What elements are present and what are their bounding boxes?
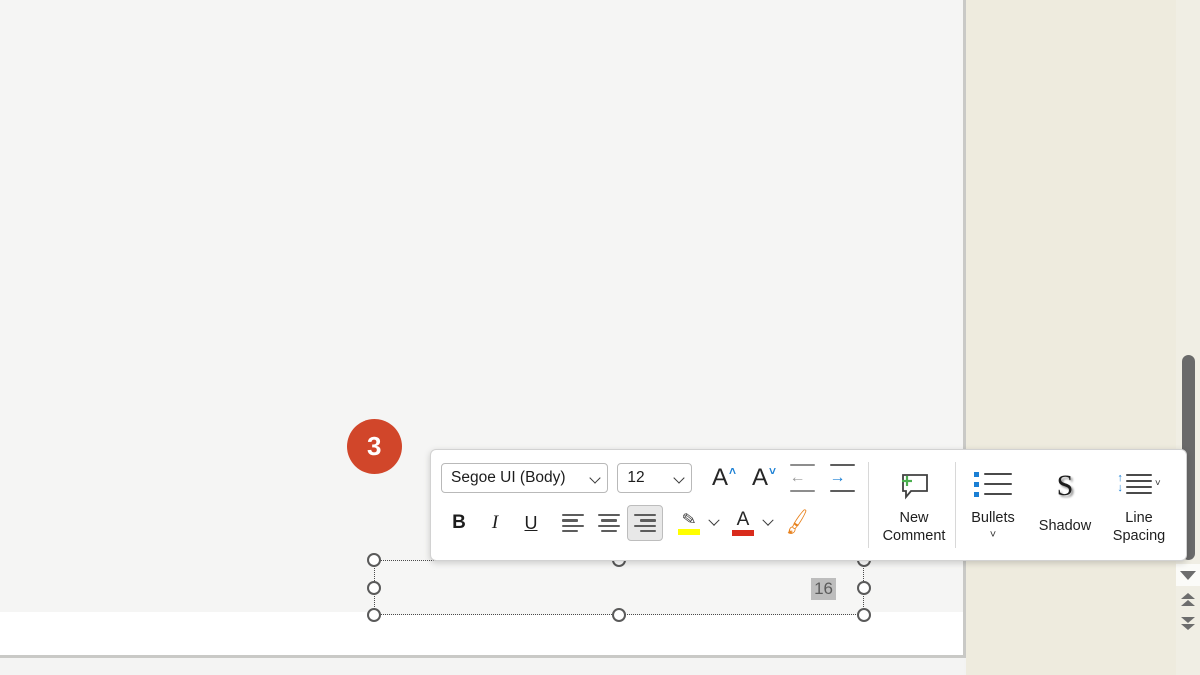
increase-indent-button[interactable]: → [824, 460, 860, 496]
font-size-value: 12 [627, 469, 645, 486]
right-pane-inner [966, 0, 1176, 675]
text-highlight-color-dropdown[interactable] [707, 505, 721, 541]
shadow-S-icon: S [1057, 466, 1074, 506]
next-slide-icon [1181, 616, 1195, 630]
selected-text[interactable]: 16 [811, 578, 836, 600]
format-painter-icon: 🖌 [781, 508, 813, 537]
step-badge-3: 3 [347, 419, 402, 474]
previous-slide-button[interactable] [1176, 588, 1200, 610]
underline-button[interactable]: U [513, 505, 549, 541]
font-color-button[interactable]: A [725, 505, 761, 541]
align-left-button[interactable] [555, 505, 591, 541]
line-spacing-icon: ↑ ↓ ˅ [1117, 472, 1161, 495]
bold-button[interactable]: B [441, 505, 477, 541]
shadow-label: Shadow [1038, 518, 1092, 534]
new-comment-label: New Comment [882, 510, 946, 544]
text-highlight-color-button[interactable]: ✎ [671, 505, 707, 541]
increase-indent-icon: → [829, 463, 855, 493]
font-size-combobox[interactable]: 12 [617, 463, 692, 493]
align-left-icon [562, 513, 584, 533]
chevron-down-icon [674, 472, 687, 485]
bullets-label: Bullets [971, 510, 1015, 526]
align-right-icon [634, 513, 656, 533]
mini-toolbar-left-group: Segoe UI (Body) 12 A ˄ A ˅ ← → B I U ✎ A… [431, 450, 868, 560]
resize-handle-middle-left[interactable] [367, 580, 381, 595]
chevron-down-icon [590, 472, 603, 485]
mini-toolbar-row-2: B I U ✎ A 🖌 [441, 500, 860, 546]
mini-toolbar-row-1: Segoe UI (Body) 12 A ˄ A ˅ ← → [441, 456, 860, 500]
font-color-icon: A [732, 510, 754, 536]
font-color-dropdown[interactable] [761, 505, 775, 541]
resize-handle-top-left[interactable] [367, 553, 381, 567]
resize-handle-bottom-right[interactable] [857, 608, 871, 622]
shadow-glyph: S [1056, 469, 1074, 503]
chevron-down-icon[interactable]: ˅ [990, 529, 996, 541]
caret-up-icon: ˄ [728, 464, 736, 478]
italic-button[interactable]: I [477, 505, 513, 541]
font-name-value: Segoe UI (Body) [451, 469, 566, 486]
align-center-icon [598, 513, 620, 533]
step-badge-number: 3 [367, 431, 382, 461]
vertical-scrollbar[interactable] [1176, 0, 1200, 675]
screen-root: 16 3 Segoe UI (Body) 12 A ˄ A ˅ ← → B I … [0, 0, 1200, 675]
right-pane [966, 0, 1200, 675]
previous-slide-icon [1181, 592, 1195, 606]
align-right-button[interactable] [627, 505, 663, 541]
italic-icon: I [491, 512, 499, 533]
new-comment-button[interactable]: New Comment [873, 450, 955, 560]
font-name-combobox[interactable]: Segoe UI (Body) [441, 463, 609, 493]
underline-icon: U [524, 512, 538, 533]
highlighter-icon: ✎ [678, 509, 700, 535]
bold-icon: B [452, 512, 466, 533]
resize-handle-middle-right[interactable] [857, 580, 871, 595]
mini-toolbar-right-group: New Comment Bullets ˅ S Shadow ↑ ↓ ˅ Lin… [869, 450, 1186, 560]
scroll-down-button[interactable] [1176, 564, 1200, 586]
new-comment-icon [896, 464, 932, 504]
align-center-button[interactable] [591, 505, 627, 541]
decrease-font-size-icon: A [751, 464, 768, 491]
increase-font-size-button[interactable]: A ˄ [702, 460, 738, 496]
next-slide-button[interactable] [1176, 612, 1200, 634]
decrease-font-size-button[interactable]: A ˅ [742, 460, 778, 496]
mini-formatting-toolbar[interactable]: Segoe UI (Body) 12 A ˄ A ˅ ← → B I U ✎ A… [430, 449, 1187, 561]
text-box-dotted-border [374, 560, 864, 615]
bullets-icon [974, 464, 1012, 504]
resize-handle-bottom-center[interactable] [612, 608, 626, 622]
line-spacing-button[interactable]: ↑ ↓ ˅ Line Spacing [1100, 450, 1178, 560]
caret-down-icon: ˅ [768, 464, 776, 478]
increase-font-size-icon: A [711, 464, 728, 491]
shadow-button[interactable]: S Shadow [1030, 450, 1100, 560]
slide-edge-bottom [0, 655, 966, 658]
bullets-button[interactable]: Bullets ˅ [956, 450, 1030, 560]
resize-handle-bottom-left[interactable] [367, 608, 381, 622]
line-spacing-label: Line Spacing [1112, 510, 1166, 544]
chevron-down-icon [1180, 570, 1196, 580]
decrease-indent-icon: ← [789, 463, 815, 493]
decrease-indent-button[interactable]: ← [784, 460, 820, 496]
selected-text-box[interactable]: 16 [367, 553, 871, 622]
format-painter-button[interactable]: 🖌 [779, 505, 815, 541]
